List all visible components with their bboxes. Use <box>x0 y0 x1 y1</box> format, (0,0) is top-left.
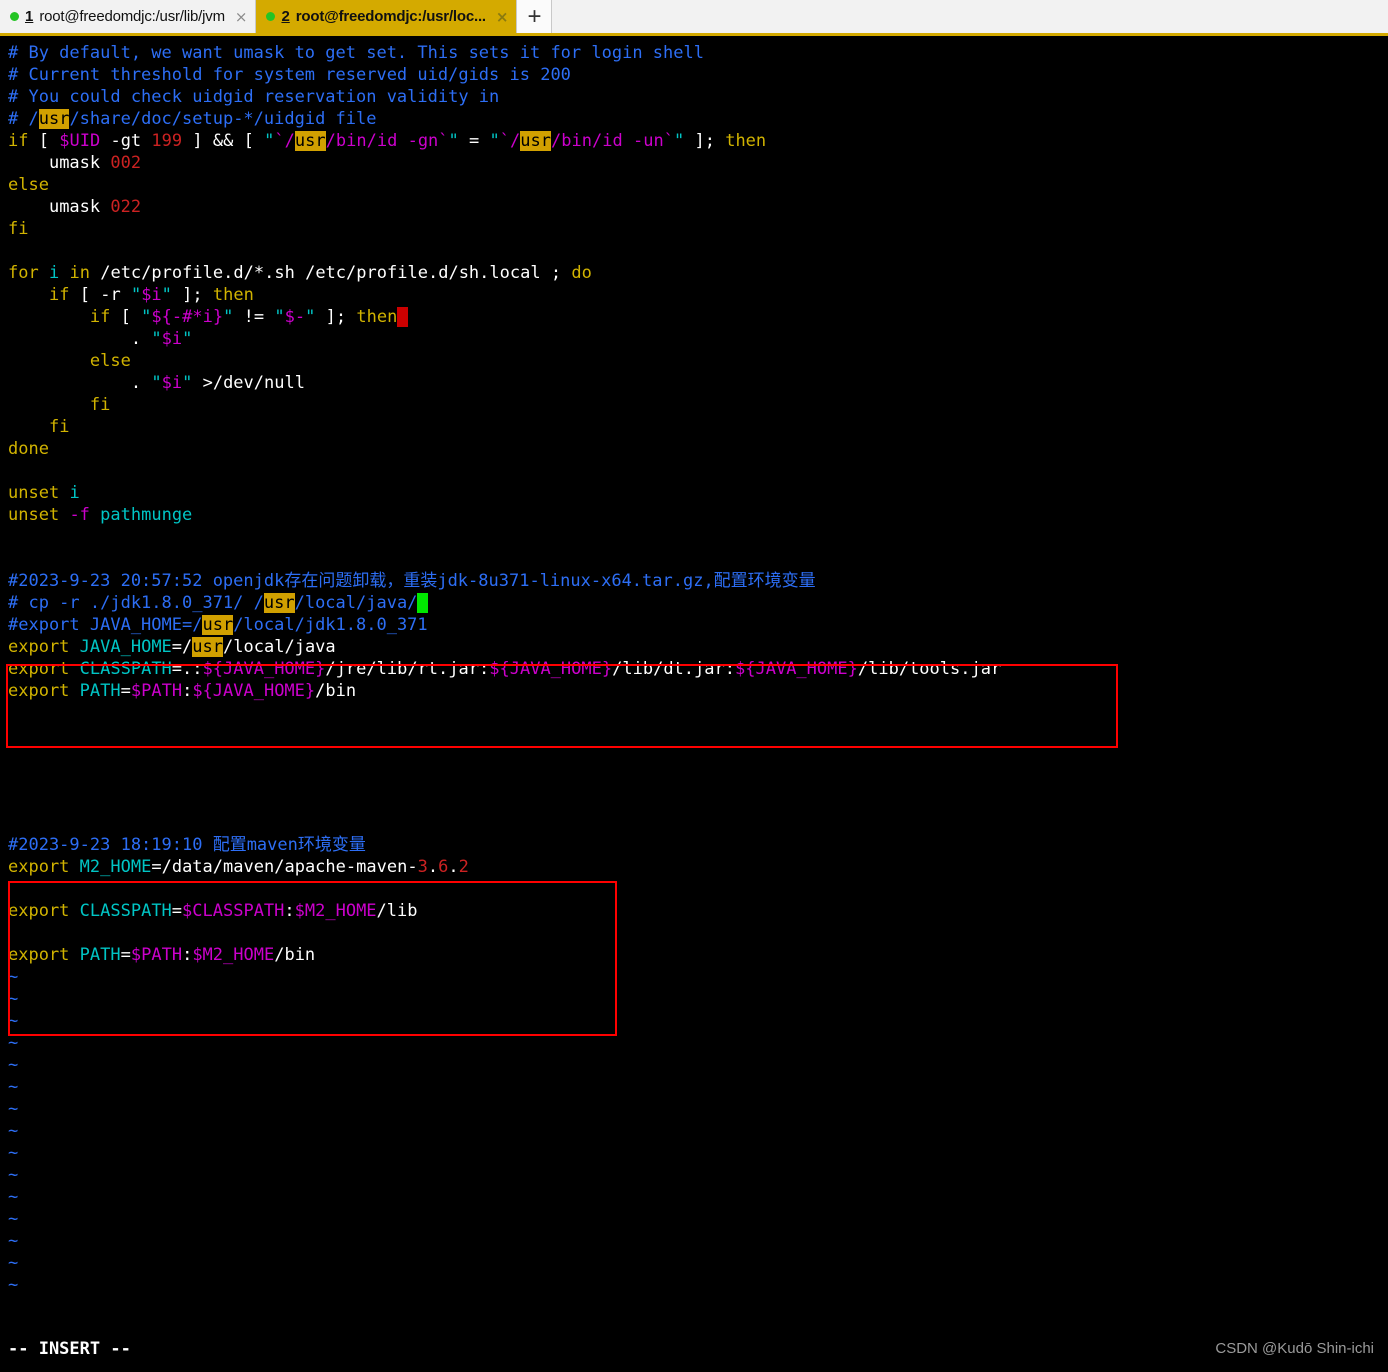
code-line[interactable] <box>8 526 1388 548</box>
code-line[interactable]: #2023-9-23 18:19:10 配置maven环境变量 <box>8 834 1388 856</box>
empty-line-marker: ~ <box>8 1143 19 1163</box>
code-line[interactable]: umask 022 <box>8 196 1388 218</box>
code-line[interactable]: export M2_HOME=/data/maven/apache-maven-… <box>8 856 1388 878</box>
code-line[interactable]: fi <box>8 218 1388 240</box>
code-line[interactable]: export PATH=$PATH:${JAVA_HOME}/bin <box>8 680 1388 702</box>
code-line[interactable] <box>8 702 1388 724</box>
code-line[interactable] <box>8 746 1388 768</box>
code-line[interactable] <box>8 724 1388 746</box>
code-line[interactable]: . "$i" >/dev/null <box>8 372 1388 394</box>
empty-line-marker: ~ <box>8 1077 19 1097</box>
search-match: usr <box>263 593 295 613</box>
empty-line-marker: ~ <box>8 1275 19 1295</box>
code-line[interactable]: # /usr/share/doc/setup-*/uidgid file <box>8 108 1388 130</box>
code-line[interactable]: else <box>8 174 1388 196</box>
tab-index-label: 1 <box>25 8 34 25</box>
green-dot-icon <box>266 12 276 21</box>
code-line[interactable]: if [ "${-#*i}" != "$-" ]; then <box>8 306 1388 328</box>
empty-line-marker: ~ <box>8 989 19 1009</box>
code-line[interactable]: # You could check uidgid reservation val… <box>8 86 1388 108</box>
code-line[interactable]: if [ $UID -gt 199 ] && [ "`/usr/bin/id -… <box>8 130 1388 152</box>
code-line[interactable]: export PATH=$PATH:$M2_HOME/bin <box>8 944 1388 966</box>
code-line[interactable] <box>8 790 1388 812</box>
empty-line-marker: ~ <box>8 1209 19 1229</box>
empty-line-marker: ~ <box>8 1187 19 1207</box>
empty-line-marker: ~ <box>8 1165 19 1185</box>
code-line[interactable]: #export JAVA_HOME=/usr/local/jdk1.8.0_37… <box>8 614 1388 636</box>
code-line[interactable]: if [ -r "$i" ]; then <box>8 284 1388 306</box>
code-line[interactable]: # Current threshold for system reserved … <box>8 64 1388 86</box>
green-dot-icon <box>10 12 19 21</box>
code-line[interactable] <box>8 548 1388 570</box>
empty-line-marker: ~ <box>8 1231 19 1251</box>
code-line[interactable]: #2023-9-23 20:57:52 openjdk存在问题卸载，重装jdk-… <box>8 570 1388 592</box>
text-cursor <box>397 307 408 327</box>
search-match: usr <box>520 131 552 151</box>
tab-bar: 1 root@freedomdjc:/usr/lib/jvm × 2 root@… <box>0 0 1388 36</box>
vim-buffer[interactable]: # By default, we want umask to get set. … <box>8 42 1388 966</box>
new-tab-button[interactable]: + <box>517 0 553 33</box>
code-line[interactable]: export CLASSPATH=.:${JAVA_HOME}/jre/lib/… <box>8 658 1388 680</box>
code-line[interactable] <box>8 812 1388 834</box>
empty-line-marker: ~ <box>8 1055 19 1075</box>
code-line[interactable]: fi <box>8 394 1388 416</box>
terminal-screen[interactable]: # By default, we want umask to get set. … <box>0 36 1388 1369</box>
code-line[interactable]: export JAVA_HOME=/usr/local/java <box>8 636 1388 658</box>
code-line[interactable]: umask 002 <box>8 152 1388 174</box>
code-line[interactable]: unset -f pathmunge <box>8 504 1388 526</box>
code-line[interactable]: for i in /etc/profile.d/*.sh /etc/profil… <box>8 262 1388 284</box>
code-line[interactable] <box>8 240 1388 262</box>
code-line[interactable] <box>8 922 1388 944</box>
close-icon[interactable]: × <box>496 8 509 26</box>
tab-index-label: 2 <box>281 8 290 25</box>
search-match: usr <box>202 615 234 635</box>
close-icon[interactable]: × <box>235 8 248 26</box>
search-match: usr <box>192 637 224 657</box>
tab-title: root@freedomdjc:/usr/lib/jvm <box>39 8 225 25</box>
terminal-tab-1[interactable]: 1 root@freedomdjc:/usr/lib/jvm × <box>0 0 257 33</box>
empty-line-marker: ~ <box>8 967 19 987</box>
code-line[interactable] <box>8 878 1388 900</box>
empty-line-marker: ~ <box>8 1011 19 1031</box>
code-line[interactable] <box>8 460 1388 482</box>
watermark: CSDN @Kudō Shin-ichi <box>1215 1340 1374 1357</box>
code-line[interactable]: # By default, we want umask to get set. … <box>8 42 1388 64</box>
code-line[interactable]: export CLASSPATH=$CLASSPATH:$M2_HOME/lib <box>8 900 1388 922</box>
code-line[interactable]: fi <box>8 416 1388 438</box>
code-line[interactable] <box>8 768 1388 790</box>
terminal-tab-2[interactable]: 2 root@freedomdjc:/usr/loc... × <box>256 0 518 33</box>
tab-title: root@freedomdjc:/usr/loc... <box>295 8 486 25</box>
code-line[interactable]: # cp -r ./jdk1.8.0_371/ /usr/local/java/ <box>8 592 1388 614</box>
vim-empty-line-markers: ~ ~ ~ ~ ~ ~ ~ ~ ~ ~ ~ ~ ~ ~ ~ <box>8 966 1388 1296</box>
search-match: usr <box>38 109 70 129</box>
empty-line-marker: ~ <box>8 1253 19 1273</box>
vim-mode-status: -- INSERT -- <box>8 1339 131 1359</box>
search-match: usr <box>294 131 326 151</box>
code-line[interactable]: done <box>8 438 1388 460</box>
text-cursor <box>417 593 428 613</box>
tab-bar-filler <box>552 0 1388 33</box>
code-line[interactable]: else <box>8 350 1388 372</box>
empty-line-marker: ~ <box>8 1121 19 1141</box>
code-line[interactable]: unset i <box>8 482 1388 504</box>
empty-line-marker: ~ <box>8 1033 19 1053</box>
code-line[interactable]: . "$i" <box>8 328 1388 350</box>
empty-line-marker: ~ <box>8 1099 19 1119</box>
